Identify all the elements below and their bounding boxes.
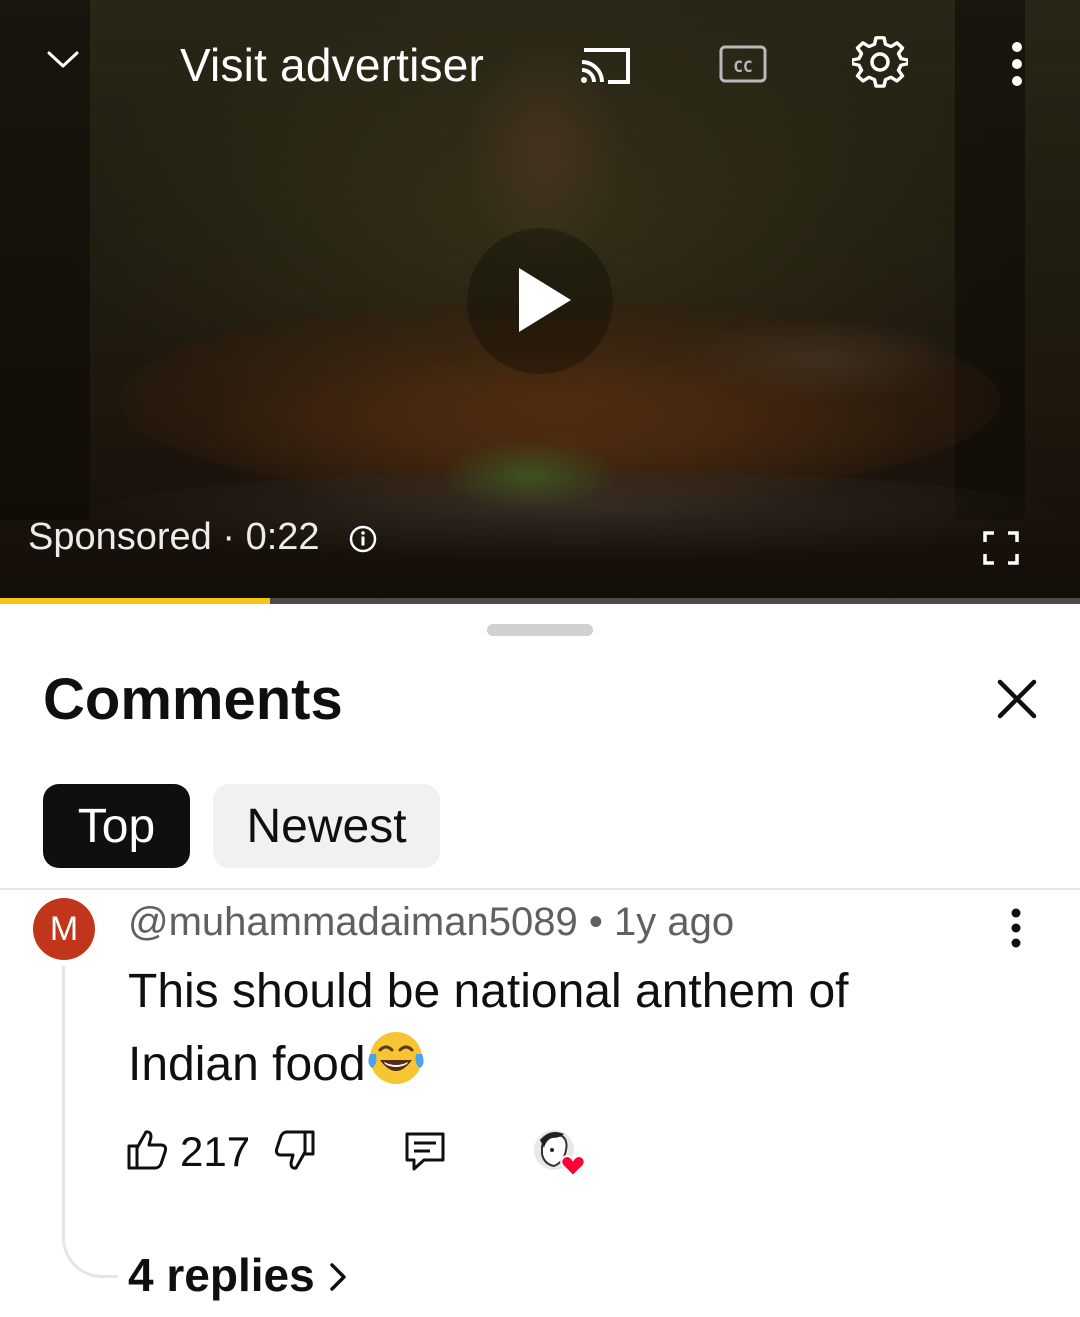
creator-heart-icon <box>534 1130 586 1178</box>
comment-meta: @muhammadaiman5089 • 1y ago <box>128 900 734 945</box>
comment-text-line: Indian food <box>128 1028 1008 1101</box>
divider <box>0 888 1080 890</box>
comment-age: 1y ago <box>613 900 735 944</box>
chevron-down-icon[interactable] <box>44 44 82 74</box>
comment-text-line: This should be national anthem of <box>128 965 849 1018</box>
comments-sheet: Comments Top Newest M @muhammadaiman5089… <box>0 604 1080 1317</box>
info-icon[interactable] <box>348 524 378 554</box>
closed-captions-icon[interactable]: CC <box>718 42 768 86</box>
video-player[interactable]: Visit advertiser CC Sponsored · 0:22 <box>0 0 1080 604</box>
fullscreen-icon[interactable] <box>980 528 1022 568</box>
sponsored-label: Sponsored · 0:22 <box>28 516 320 558</box>
like-count: 217 <box>180 1128 251 1175</box>
thumbs-down-icon[interactable] <box>272 1128 318 1174</box>
close-icon[interactable] <box>994 676 1040 722</box>
meta-separator: • <box>588 900 614 944</box>
replies-link[interactable]: 4 replies <box>128 1248 315 1302</box>
play-button[interactable] <box>467 228 613 374</box>
face-with-tears-of-joy-icon <box>367 1032 424 1084</box>
more-vert-icon[interactable] <box>1000 40 1034 88</box>
avatar[interactable]: M <box>33 898 95 960</box>
thread-line <box>62 966 118 1278</box>
comments-title: Comments <box>43 667 343 732</box>
play-icon <box>519 268 571 332</box>
tab-top[interactable]: Top <box>43 784 190 868</box>
comment-text: This should be national anthem of Indian… <box>128 956 1008 1101</box>
cast-icon[interactable] <box>578 42 634 88</box>
svg-text:CC: CC <box>733 57 752 76</box>
tab-newest[interactable]: Newest <box>213 784 440 868</box>
comment-text-line-2: Indian food <box>128 1038 366 1091</box>
thumbs-up-icon[interactable] <box>124 1126 170 1172</box>
chevron-right-icon[interactable] <box>326 1260 350 1294</box>
visit-advertiser-link[interactable]: Visit advertiser <box>180 38 484 92</box>
settings-gear-icon[interactable] <box>852 36 908 92</box>
drag-handle[interactable] <box>487 624 593 636</box>
comment-more-icon[interactable] <box>1002 906 1030 950</box>
reply-comment-icon[interactable] <box>402 1128 448 1174</box>
comment-author[interactable]: @muhammadaiman5089 <box>128 900 578 944</box>
